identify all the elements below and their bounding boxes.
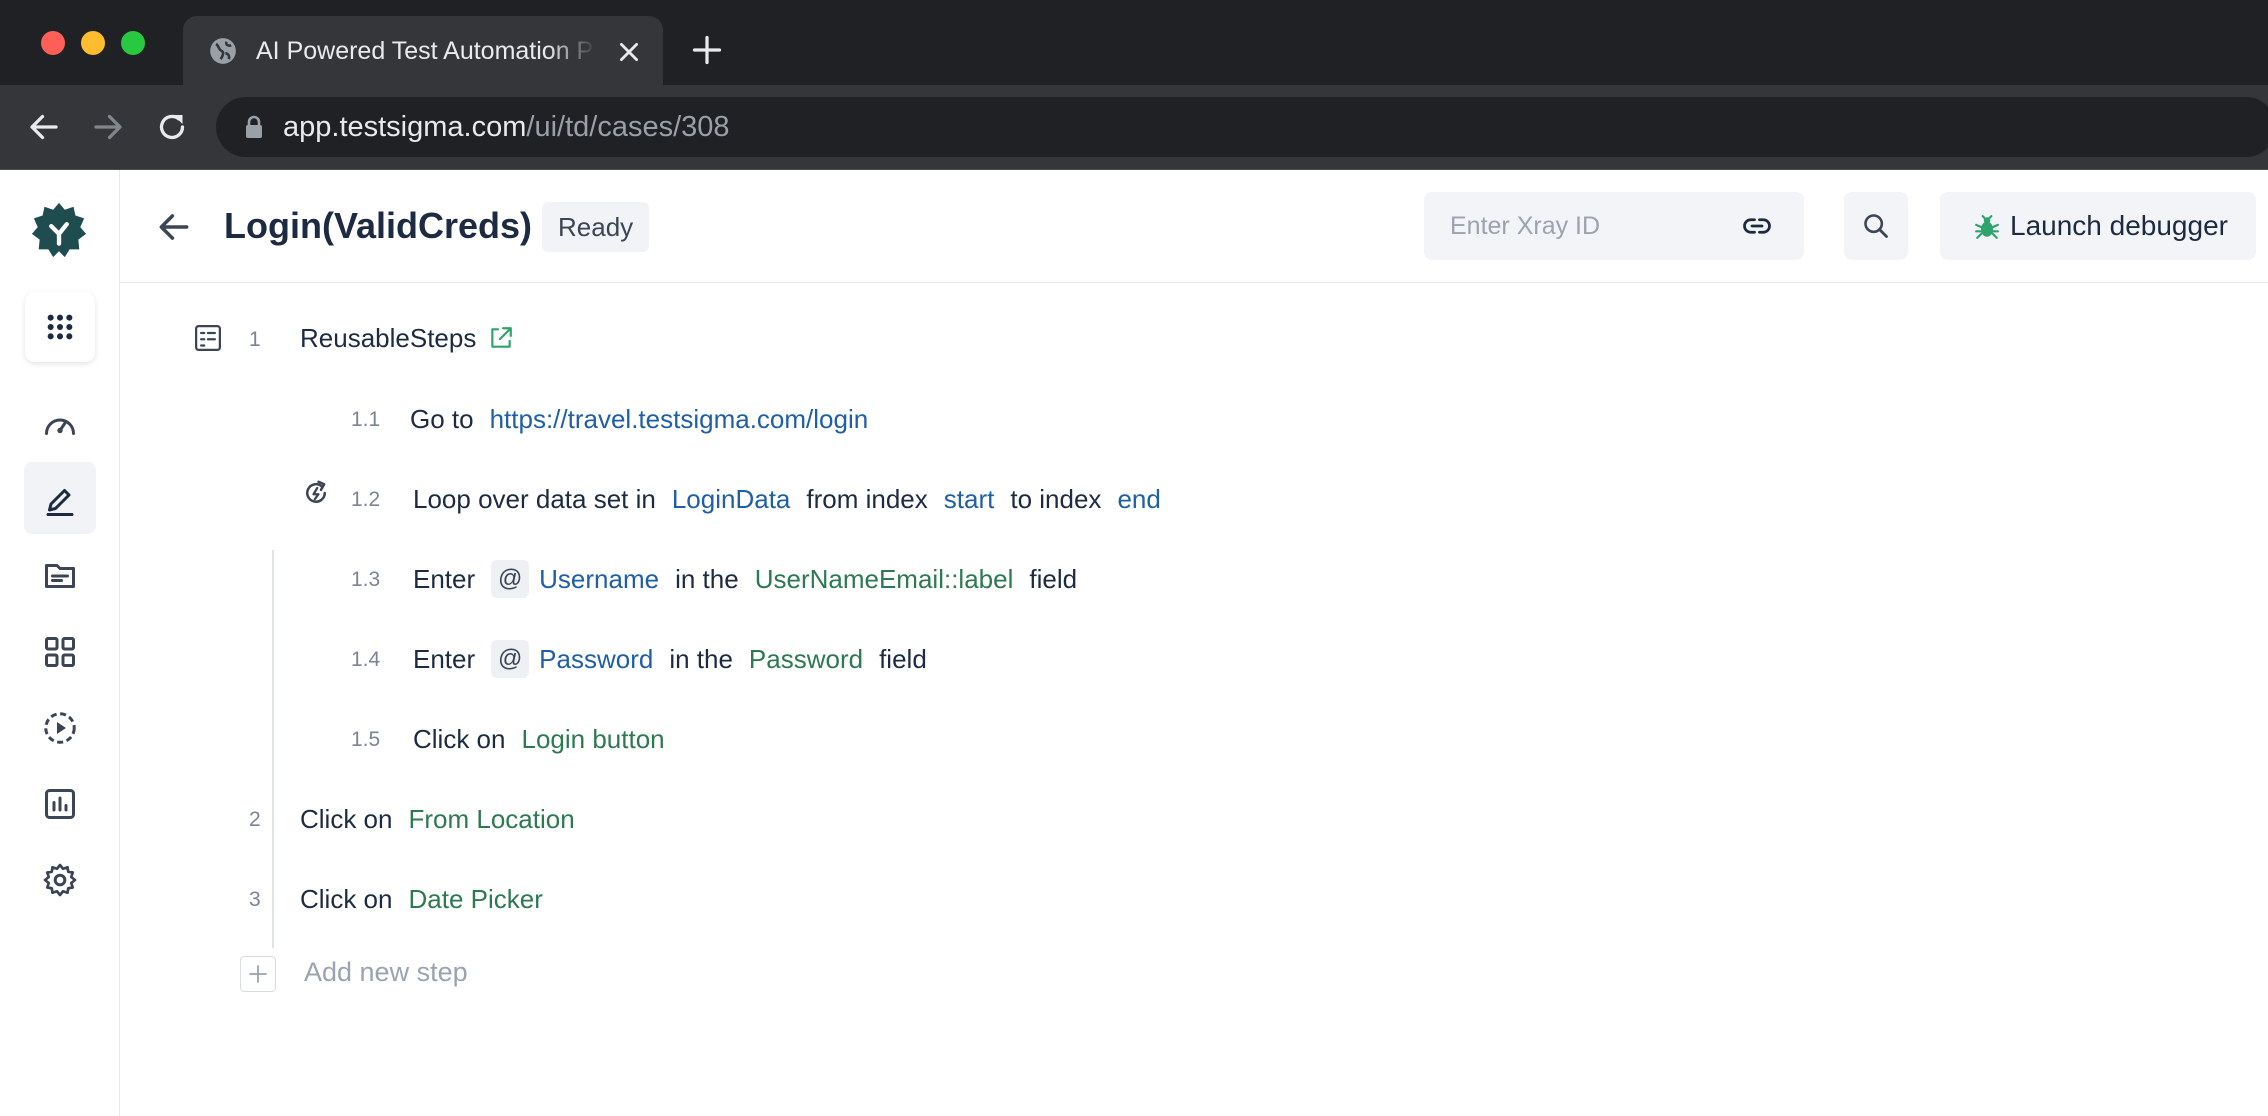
- step-number: 2: [249, 808, 261, 831]
- step-keyword: field: [1029, 563, 1078, 594]
- step-keyword: in the: [675, 563, 739, 594]
- end-index-value[interactable]: end: [1117, 484, 1160, 515]
- sidebar: [0, 170, 120, 1116]
- link-icon[interactable]: [1742, 211, 1772, 241]
- step-row[interactable]: Enter @ Password in the Password field: [413, 639, 943, 679]
- step-number: 1: [249, 328, 261, 351]
- element-value[interactable]: UserNameEmail::label: [755, 564, 1014, 595]
- edit-icon: [46, 489, 74, 516]
- step-keyword: field: [879, 643, 927, 674]
- dashboard-icon[interactable]: [42, 408, 78, 444]
- url-text: app.testsigma.com/ui/td/cases/308: [283, 111, 730, 143]
- step-row[interactable]: Loop over data set in LoginData from ind…: [413, 479, 1177, 519]
- parameter-value[interactable]: Username: [539, 564, 659, 595]
- step-keyword: Enter: [413, 643, 476, 674]
- element-value[interactable]: From Location: [408, 804, 574, 835]
- step-keyword: from index: [806, 483, 928, 514]
- reusable-steps-label: ReusableSteps: [300, 322, 477, 353]
- window-minimize-dot[interactable]: [81, 31, 105, 55]
- xray-id-input[interactable]: [1424, 192, 1750, 260]
- step-row[interactable]: Click on Date Picker: [300, 879, 559, 919]
- search-button[interactable]: [1844, 192, 1908, 260]
- external-link-icon[interactable]: [488, 325, 514, 351]
- window-maximize-dot[interactable]: [121, 31, 145, 55]
- element-value[interactable]: Date Picker: [408, 884, 542, 915]
- back-icon[interactable]: [26, 109, 62, 145]
- step-row[interactable]: Click on Login button: [413, 719, 681, 759]
- step-url-value[interactable]: https://travel.testsigma.com/login: [490, 404, 869, 435]
- tab-title: AI Powered Test Automation Platform: [256, 37, 596, 65]
- run-icon[interactable]: [42, 710, 78, 746]
- bug-icon: [1975, 215, 1999, 239]
- step-keyword: Click on: [413, 723, 506, 754]
- lock-icon: [246, 115, 262, 138]
- step-number: 1.1: [351, 408, 381, 431]
- new-tab-icon[interactable]: [692, 35, 722, 65]
- launch-debugger-button[interactable]: Launch debugger: [1940, 192, 2256, 260]
- test-data-set[interactable]: LoginData: [672, 484, 791, 515]
- xray-id-field: [1424, 192, 1804, 260]
- modules-icon[interactable]: [42, 634, 78, 670]
- parameter-type-chip[interactable]: @: [491, 560, 530, 598]
- testsigma-logo-icon[interactable]: [30, 200, 88, 260]
- apps-menu-button[interactable]: [25, 292, 95, 362]
- add-step-label[interactable]: Add new step: [304, 954, 468, 990]
- folder-icon[interactable]: [42, 558, 78, 594]
- settings-icon[interactable]: [42, 862, 78, 898]
- launch-debugger-label: Launch debugger: [2010, 210, 2228, 241]
- step-number: 1.4: [351, 648, 381, 671]
- step-number: 1.5: [351, 728, 381, 751]
- step-row[interactable]: ReusableSteps: [300, 318, 514, 358]
- step-row[interactable]: Click on From Location: [300, 799, 591, 839]
- address-bar[interactable]: app.testsigma.com/ui/td/cases/308: [216, 97, 2268, 157]
- reports-icon[interactable]: [42, 786, 78, 822]
- step-keyword: Loop over data set in: [413, 483, 656, 514]
- back-arrow-icon[interactable]: [155, 208, 193, 246]
- step-number: 3: [249, 888, 261, 911]
- url-host: app.testsigma.com: [283, 111, 527, 143]
- loop-icon: [306, 480, 326, 503]
- element-value[interactable]: Login button: [521, 724, 664, 755]
- step-keyword: Click on: [300, 883, 393, 914]
- page-title: Login(ValidCreds): [224, 205, 533, 246]
- close-tab-icon[interactable]: [616, 39, 642, 65]
- browser-tab-strip: AI Powered Test Automation Platform: [0, 0, 2268, 85]
- reload-icon[interactable]: [154, 109, 190, 145]
- browser-toolbar: app.testsigma.com/ui/td/cases/308: [0, 85, 2268, 170]
- globe-icon: [210, 38, 236, 64]
- parameter-value[interactable]: Password: [539, 644, 653, 675]
- step-keyword: to index: [1010, 483, 1102, 514]
- status-badge[interactable]: Ready: [542, 202, 650, 252]
- parameter-type-chip[interactable]: @: [491, 640, 530, 678]
- add-step-button[interactable]: [240, 956, 276, 992]
- window-close-dot[interactable]: [41, 31, 65, 55]
- url-path: /ui/td/cases/308: [526, 111, 730, 143]
- step-group-icon[interactable]: [193, 323, 223, 353]
- search-icon: [1864, 214, 1888, 238]
- step-row[interactable]: Enter @ Username in the UserNameEmail::l…: [413, 559, 1093, 599]
- step-number: 1.3: [351, 568, 381, 591]
- step-keyword: Go to: [410, 403, 474, 434]
- step-number: 1.2: [351, 488, 381, 511]
- start-index-value[interactable]: start: [944, 484, 995, 515]
- step-keyword: Enter: [413, 563, 476, 594]
- test-case-header: Login(ValidCreds) Ready Launch debugger: [120, 170, 2268, 283]
- browser-tab[interactable]: AI Powered Test Automation Platform: [183, 16, 663, 85]
- apps-grid-icon: [47, 314, 73, 340]
- forward-icon[interactable]: [90, 109, 126, 145]
- step-row[interactable]: Go to https://travel.testsigma.com/login: [410, 399, 884, 439]
- element-value[interactable]: Password: [749, 644, 863, 675]
- step-group-line: [272, 550, 274, 948]
- step-keyword: Click on: [300, 803, 393, 834]
- app-area: Login(ValidCreds) Ready Launch debugger: [0, 170, 2268, 1116]
- plus-icon: [249, 965, 267, 983]
- step-keyword: in the: [669, 643, 733, 674]
